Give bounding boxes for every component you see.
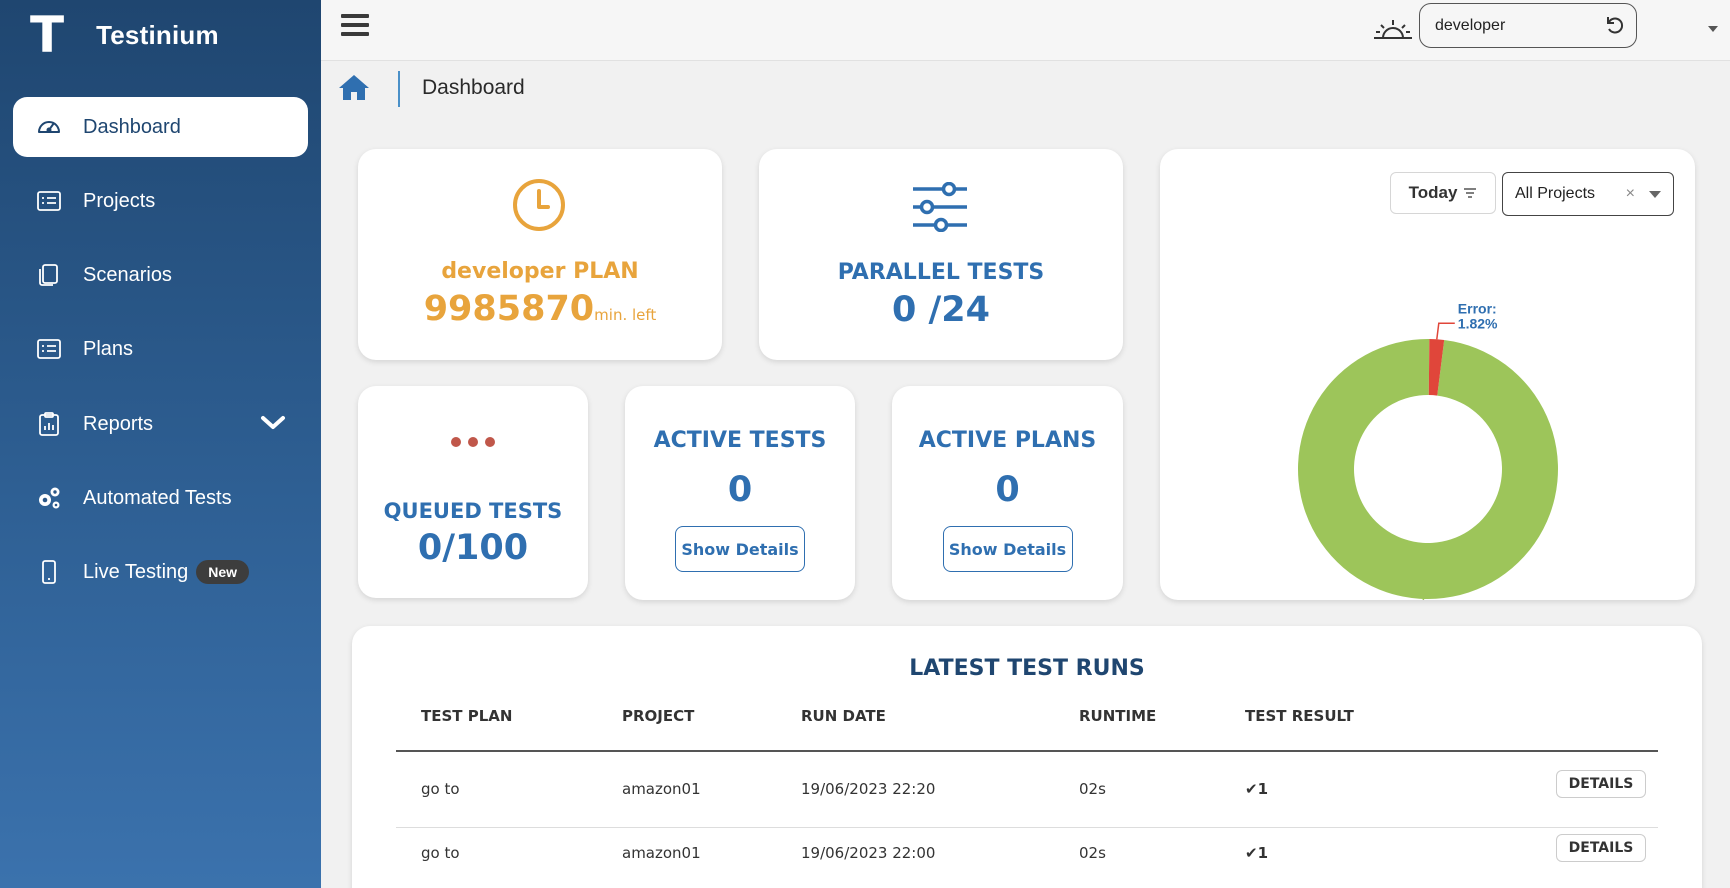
logo-mark: T (30, 6, 65, 64)
sidebar-item-scenarios[interactable]: Scenarios (13, 245, 308, 305)
latest-test-runs-card: LATEST TEST RUNS TEST PLAN PROJECT RUN D… (352, 626, 1702, 888)
plan-minutes-unit: min. left (594, 306, 657, 324)
chevron-down-icon[interactable] (260, 412, 286, 440)
sidebar-item-live-testing[interactable]: Live Testing New (13, 542, 308, 602)
error-label-value: 1.82% (1458, 315, 1498, 331)
cell-test-plan: go to (421, 844, 460, 862)
parallel-tests-value: 0 /24 (891, 290, 991, 330)
clear-icon[interactable]: × (1626, 185, 1635, 203)
checklist-icon (35, 187, 63, 215)
sidebar-item-projects[interactable]: Projects (13, 171, 308, 231)
cell-runtime: 02s (1079, 844, 1106, 862)
column-header[interactable]: RUNTIME (1079, 707, 1156, 725)
sidebar-item-label: Plans (83, 337, 134, 360)
table-row[interactable]: go to amazon01 19/06/2023 22:20 02s ✔1 D… (396, 758, 1658, 822)
check-icon: ✔ (1245, 844, 1258, 862)
cell-test-result: ✔1 (1245, 844, 1268, 862)
documents-icon (35, 261, 63, 289)
caret-down-icon[interactable] (1708, 26, 1718, 32)
table-row[interactable]: go to amazon01 19/06/2023 22:00 02s ✔1 D… (396, 822, 1658, 886)
app-logo[interactable]: T Testinium (30, 10, 219, 60)
app-name: Testinium (96, 19, 219, 50)
column-header[interactable]: TEST RESULT (1245, 707, 1354, 725)
sidebar-item-reports[interactable]: Reports (13, 394, 308, 454)
plan-minutes: 9985870min. left (358, 289, 722, 329)
caret-down-icon[interactable] (1649, 191, 1661, 198)
sidebar-item-label: Scenarios (83, 263, 172, 286)
active-plans-value: 0 (995, 470, 1020, 510)
result-count: 1 (1257, 780, 1269, 798)
active-tests-card: ACTIVE TESTS 0 Show Details (625, 386, 855, 600)
page-title: Dashboard (422, 76, 525, 99)
cell-run-date: 19/06/2023 22:20 (801, 780, 936, 798)
top-bar: developer (321, 0, 1730, 61)
refresh-icon[interactable] (1604, 14, 1626, 36)
clock-icon (513, 179, 565, 231)
dots-icon (451, 437, 495, 447)
donut-chart: Error:1.82%Success:98.18% (1298, 300, 1558, 600)
active-plans-title: ACTIVE PLANS (918, 428, 1097, 453)
period-filter-button[interactable]: Today (1390, 172, 1496, 214)
cell-test-plan: go to (421, 780, 460, 798)
sidebar: T Testinium Dashboard Projects Scenarios… (0, 0, 321, 888)
cell-test-result: ✔1 (1245, 780, 1268, 798)
mobile-icon (35, 558, 63, 586)
home-icon[interactable] (338, 73, 370, 101)
speedometer-icon (35, 113, 63, 141)
error-label-name: Error: (1458, 300, 1497, 316)
error-leader-line (1436, 322, 1455, 340)
clipboard-chart-icon (35, 410, 63, 438)
details-button[interactable]: DETAILS (1556, 770, 1646, 798)
column-header[interactable]: TEST PLAN (421, 707, 512, 725)
results-chart-card: Today All Projects × Error:1.82%Success:… (1160, 149, 1695, 600)
new-badge: New (196, 560, 250, 584)
sidebar-item-automated-tests[interactable]: Automated Tests (13, 468, 308, 528)
result-count: 1 (1257, 844, 1269, 862)
plan-minutes-value: 9985870 (423, 289, 595, 329)
queued-tests-value: 0/100 (417, 528, 529, 568)
details-button[interactable]: DETAILS (1556, 834, 1646, 862)
queued-tests-card: QUEUED TESTS 0/100 (358, 386, 588, 598)
check-icon: ✔ (1245, 780, 1258, 798)
sidebar-item-dashboard[interactable]: Dashboard (13, 97, 308, 157)
sidebar-item-label: Dashboard (83, 115, 181, 138)
latest-test-runs-title: LATEST TEST RUNS (909, 656, 1145, 681)
parallel-tests-card: PARALLEL TESTS 0 /24 (759, 149, 1123, 360)
active-plans-card: ACTIVE PLANS 0 Show Details (892, 386, 1123, 600)
cell-runtime: 02s (1079, 780, 1106, 798)
active-plans-show-details-button[interactable]: Show Details (942, 526, 1073, 572)
gears-icon (35, 484, 63, 512)
plan-card: developer PLAN 9985870min. left (358, 149, 722, 360)
column-header[interactable]: PROJECT (622, 707, 694, 725)
project-select-value: All Projects (1515, 185, 1596, 202)
user-name: developer (1435, 16, 1506, 34)
user-selector[interactable]: developer (1419, 3, 1637, 48)
sunrise-icon[interactable] (1371, 14, 1415, 44)
sidebar-item-plans[interactable]: Plans (13, 319, 308, 379)
cell-project: amazon01 (622, 780, 701, 798)
pie-slice-success[interactable] (1298, 339, 1558, 599)
parallel-tests-title: PARALLEL TESTS (837, 260, 1045, 285)
sliders-icon (913, 182, 967, 232)
cell-run-date: 19/06/2023 22:00 (801, 844, 936, 862)
checklist-icon (35, 335, 63, 363)
sidebar-item-label: Live Testing (83, 560, 189, 583)
sidebar-item-label: Reports (83, 412, 154, 435)
active-tests-value: 0 (727, 470, 753, 510)
column-header[interactable]: RUN DATE (801, 707, 886, 725)
sidebar-item-label: Automated Tests (83, 486, 232, 509)
active-tests-title: ACTIVE TESTS (653, 428, 827, 453)
period-filter-label: Today (1408, 183, 1458, 202)
queued-tests-title: QUEUED TESTS (383, 499, 563, 523)
filter-icon (1464, 188, 1477, 198)
cell-project: amazon01 (622, 844, 701, 862)
active-tests-show-details-button[interactable]: Show Details (675, 526, 805, 572)
header-divider (396, 750, 1658, 752)
plan-title: developer PLAN (441, 259, 639, 284)
hamburger-icon[interactable] (341, 14, 369, 40)
success-leader-line (1422, 598, 1425, 600)
breadcrumb-separator (398, 71, 400, 107)
sidebar-item-label: Projects (83, 189, 156, 212)
